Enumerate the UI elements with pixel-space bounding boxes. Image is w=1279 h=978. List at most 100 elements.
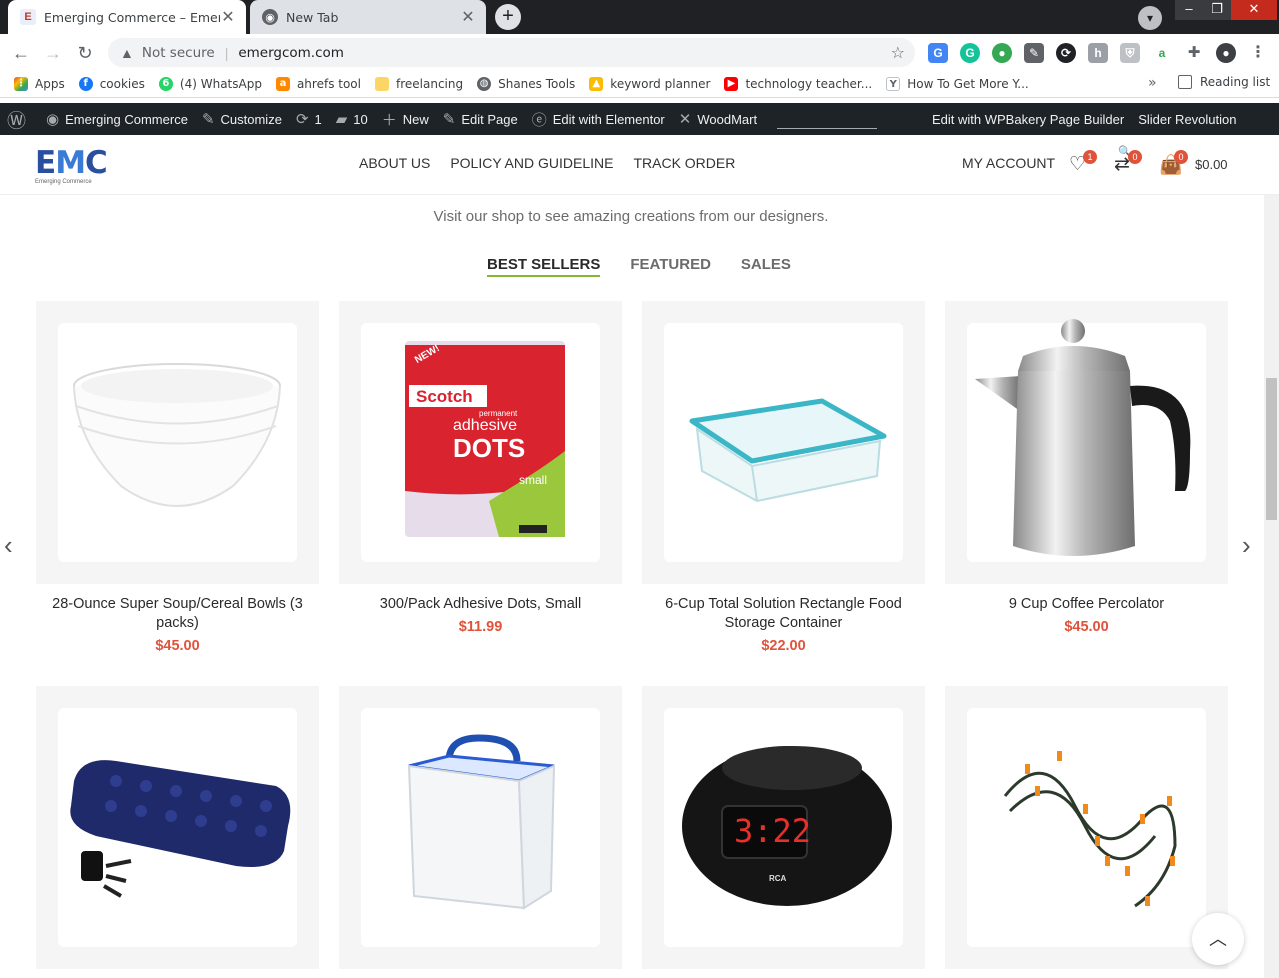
pencil-icon: ✎ [442, 111, 456, 128]
url-text[interactable]: emergcom.com [238, 45, 890, 61]
more-bookmarks-icon[interactable]: » [1148, 75, 1157, 91]
back-to-top-button[interactable]: ︿ [1192, 913, 1244, 965]
tab-sales[interactable]: SALES [741, 256, 791, 277]
product-card[interactable]: Scotch permanent adhesive DOTS NEW! smal… [339, 301, 622, 635]
facebook-icon: f [78, 76, 93, 91]
bookmark-ahrefs[interactable]: a ahrefs tool [275, 76, 361, 91]
close-icon[interactable]: ✕ [220, 7, 236, 27]
product-image-food-container[interactable] [642, 301, 925, 584]
product-card[interactable] [945, 686, 1228, 978]
whatsapp-icon: 6 [158, 76, 173, 91]
product-card[interactable] [339, 686, 622, 978]
product-card[interactable]: 28-Ounce Super Soup/Cereal Bowls (3 pack… [36, 301, 319, 654]
site-logo[interactable]: EMC Emerging Commerce [35, 145, 108, 191]
h-extension-icon[interactable]: h [1088, 43, 1108, 63]
cart-total[interactable]: $0.00 [1195, 157, 1228, 172]
product-image-string-lights[interactable] [945, 686, 1228, 969]
product-card[interactable]: 3:22 RCA [642, 686, 925, 978]
warning-icon[interactable]: ▲ [120, 45, 134, 61]
site-name-label: Emerging Commerce [65, 111, 188, 127]
sync-extension-icon[interactable]: ⟳ [1056, 43, 1076, 63]
product-image-percolator[interactable] [945, 301, 1228, 584]
tab-new-tab[interactable]: ◉ New Tab ✕ [250, 0, 486, 34]
tab-best-sellers[interactable]: BEST SELLERS [487, 256, 601, 277]
address-bar[interactable]: ▲ Not secure | emergcom.com ☆ [108, 38, 915, 67]
customize-link[interactable]: ✎ Customize [202, 110, 282, 128]
google-translate-icon[interactable]: G [928, 43, 948, 63]
product-card[interactable] [36, 686, 319, 978]
bookmark-whatsapp[interactable]: 6 (4) WhatsApp [158, 76, 262, 91]
logo-subtitle: Emerging Commerce [35, 179, 92, 185]
bookmark-label: ahrefs tool [296, 76, 361, 91]
brush-icon: ✎ [201, 111, 215, 128]
shield-icon[interactable]: ⛨ [1120, 43, 1140, 63]
address-separator: | [224, 44, 229, 61]
product-name[interactable]: 28-Ounce Super Soup/Cereal Bowls (3 pack… [36, 595, 319, 633]
comments-link[interactable]: ▰ 10 [336, 110, 368, 128]
wordpress-logo[interactable]: Ⓦ [7, 106, 32, 133]
af-extension-icon[interactable]: a [1152, 43, 1172, 63]
product-name[interactable]: 6-Cup Total Solution Rectangle Food Stor… [642, 595, 925, 633]
nav-policy-guideline[interactable]: POLICY AND GUIDELINE [450, 155, 613, 171]
bookmark-how-to-get-more[interactable]: Y How To Get More Y... [886, 76, 1029, 91]
bookmark-technology-teacher[interactable]: ▶ technology teacher... [724, 76, 873, 91]
string-lights-illustration [1003, 751, 1177, 908]
bookmark-freelancing[interactable]: freelancing [374, 76, 463, 91]
bookmark-star-icon[interactable]: ☆ [891, 43, 905, 63]
profile-avatar[interactable]: ● [1216, 43, 1236, 63]
new-content-link[interactable]: ＋ New [382, 109, 429, 130]
edit-elementor-link[interactable]: ⓔ Edit with Elementor [532, 109, 665, 130]
bookmark-keyword-planner[interactable]: ▲ keyword planner [589, 76, 710, 91]
product-card[interactable]: 6-Cup Total Solution Rectangle Food Stor… [642, 301, 925, 654]
new-tab-button[interactable]: + [495, 4, 521, 30]
reload-icon[interactable]: ↻ [72, 40, 98, 66]
slider-revolution-link[interactable]: Slider Revolution [1138, 112, 1236, 127]
page-scrollbar[interactable] [1264, 195, 1279, 978]
site-name-link[interactable]: ◉ Emerging Commerce [46, 110, 188, 128]
carousel-next-arrow-icon[interactable]: › [1242, 530, 1251, 561]
my-account-link[interactable]: MY ACCOUNT [962, 155, 1055, 171]
product-image-air-mattress[interactable] [36, 686, 319, 969]
maximize-icon[interactable]: ❐ [1203, 0, 1231, 20]
product-name[interactable]: 300/Pack Adhesive Dots, Small [339, 595, 622, 614]
minimize-icon[interactable]: – [1175, 0, 1203, 20]
reading-list-button[interactable]: Reading list [1178, 75, 1270, 89]
window-close-icon[interactable]: ✕ [1231, 0, 1277, 20]
tab-featured[interactable]: FEATURED [630, 256, 711, 277]
product-image-adhesive-dots[interactable]: Scotch permanent adhesive DOTS NEW! smal… [339, 301, 622, 584]
edit-page-label: Edit Page [461, 111, 518, 127]
kebab-menu-icon[interactable]: ⋮ [1248, 43, 1268, 63]
product-image-clock-radio[interactable]: 3:22 RCA [642, 686, 925, 969]
product-image-bowls[interactable] [36, 301, 319, 584]
updates-icon: ⟳ [295, 111, 309, 128]
nav-track-order[interactable]: TRACK ORDER [633, 155, 735, 171]
grammarly-icon[interactable]: G [960, 43, 980, 63]
tab-search-icon[interactable]: ▾ [1138, 6, 1162, 30]
bookmark-cookies[interactable]: f cookies [78, 76, 145, 91]
tab-emerging-commerce[interactable]: E Emerging Commerce – Emerging ✕ [8, 0, 246, 34]
product-card[interactable]: 9 Cup Coffee Percolator $45.00 [945, 301, 1228, 635]
forward-icon[interactable]: → [40, 40, 66, 66]
globe-icon: ◍ [477, 76, 492, 91]
product-name[interactable]: 9 Cup Coffee Percolator [945, 595, 1228, 614]
woodmart-link[interactable]: ✕ WoodMart [679, 110, 757, 128]
product-image-storage-box[interactable] [339, 686, 622, 969]
bookmark-label: technology teacher... [745, 76, 873, 91]
eyedropper-icon[interactable]: ✎ [1024, 43, 1044, 63]
wpbakery-link[interactable]: Edit with WPBakery Page Builder [932, 112, 1124, 127]
updates-link[interactable]: ⟳ 1 [296, 110, 322, 128]
wishlist-count-badge: 1 [1083, 150, 1097, 164]
nav-about-us[interactable]: ABOUT US [359, 155, 430, 171]
back-icon[interactable]: ← [8, 40, 34, 66]
clock-display: 3:22 [734, 812, 812, 850]
scrollbar-thumb[interactable] [1266, 378, 1277, 520]
bookmark-apps[interactable]: ⋮ Apps [14, 76, 65, 91]
globe-extension-icon[interactable]: ● [992, 43, 1012, 63]
edit-page-link[interactable]: ✎ Edit Page [443, 110, 518, 128]
stats-sparkline[interactable] [777, 109, 878, 129]
extensions-puzzle-icon[interactable]: ✚ [1184, 43, 1204, 63]
close-icon[interactable]: ✕ [460, 7, 476, 27]
carousel-prev-arrow-icon[interactable]: ‹ [4, 530, 13, 561]
security-label[interactable]: Not secure [142, 45, 215, 61]
bookmark-shanes-tools[interactable]: ◍ Shanes Tools [477, 76, 575, 91]
